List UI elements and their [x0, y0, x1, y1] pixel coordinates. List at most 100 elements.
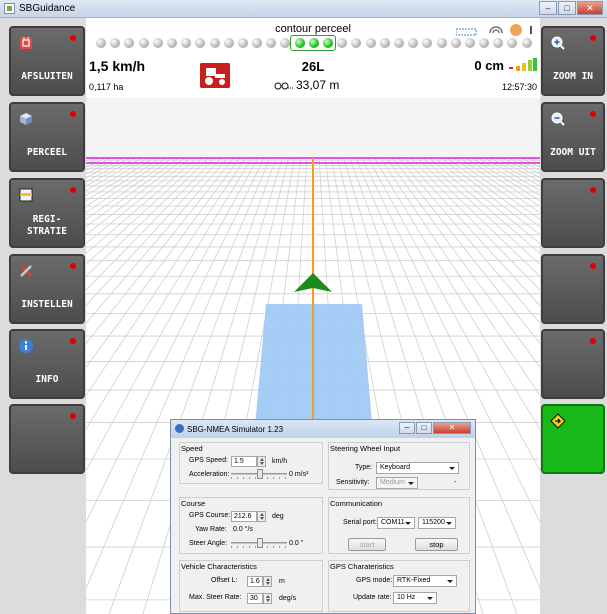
- horizon-area: [86, 98, 540, 160]
- minimize-button[interactable]: –: [539, 1, 557, 15]
- guidance-toggle-button[interactable]: [541, 404, 605, 474]
- gps-speed-input[interactable]: 1.5: [231, 456, 257, 467]
- status-dot: [70, 413, 76, 419]
- clock-readout: 12:57:30: [501, 82, 537, 92]
- start-button[interactable]: start: [348, 538, 386, 551]
- gps-speed-label: GPS Speed:: [189, 457, 228, 464]
- instellen-button[interactable]: INSTELLEN: [9, 254, 85, 324]
- sensitivity-dash: -: [454, 479, 457, 486]
- lightbar-led: [110, 38, 121, 48]
- lightbar-led: [223, 38, 234, 48]
- lightbar-led: [408, 38, 419, 48]
- lightbar-led: [450, 38, 461, 48]
- empty-right-button-1[interactable]: [541, 178, 605, 248]
- distance-readout: 33,07 m: [296, 78, 340, 92]
- dialog-maximize-button[interactable]: □: [416, 422, 432, 434]
- lightbar-led: [436, 38, 447, 48]
- dialog-minimize-button[interactable]: –: [399, 422, 415, 434]
- lightbar-led: [464, 38, 475, 48]
- status-dot: [70, 187, 76, 193]
- acceleration-label: Acceleration:: [189, 471, 230, 478]
- offset-label: Offset L:: [211, 577, 238, 584]
- left-panel: AFSLUITEN PERCEEL REGI- STRATIE INSTELLE…: [0, 18, 86, 614]
- update-rate-select[interactable]: 10 Hz: [393, 592, 437, 604]
- zoom-in-button[interactable]: ZOOM IN: [541, 26, 605, 96]
- course-header: Course: [181, 499, 206, 508]
- zoom-in-label: ZOOM IN: [552, 71, 594, 82]
- lightbar-led: [252, 38, 263, 48]
- status-bar: contour perceel 1,5 km/h 0,117 ha 26L 33…: [86, 18, 540, 98]
- max-steer-rate-input[interactable]: 30: [247, 593, 263, 604]
- empty-left-button[interactable]: [9, 404, 85, 474]
- type-label: Type:: [355, 464, 373, 471]
- lightbar-led: [379, 38, 390, 48]
- sensitivity-select[interactable]: Medium: [376, 477, 418, 489]
- right-panel: ZOOM IN ZOOM UIT: [540, 18, 607, 614]
- gps-course-stepper[interactable]: [257, 511, 266, 522]
- type-select[interactable]: Keyboard: [376, 462, 459, 474]
- zoom-out-button[interactable]: ZOOM UIT: [541, 102, 605, 172]
- lightbar-led: [266, 38, 277, 48]
- offset-input[interactable]: 1.6: [247, 576, 263, 587]
- empty-right-button-2[interactable]: [541, 254, 605, 324]
- yaw-rate-label: Yaw Rate:: [195, 526, 227, 533]
- gps-speed-unit: km/h: [272, 458, 288, 465]
- max-steer-rate-stepper[interactable]: [263, 593, 272, 604]
- lightbar-center-box: [290, 35, 336, 51]
- speed-header: Speed: [181, 444, 203, 453]
- gps-speed-stepper[interactable]: [257, 456, 266, 467]
- gps-mode-select[interactable]: RTK-Fixed: [393, 575, 457, 587]
- window-title: SBGuidance: [19, 3, 76, 14]
- info-button[interactable]: INFO: [9, 329, 85, 399]
- lane-readout: 26L: [301, 59, 325, 74]
- max-steer-rate-unit: deg/s: [279, 595, 297, 602]
- serial-port-select[interactable]: COM11: [377, 517, 415, 529]
- lightbar-led: [351, 38, 362, 48]
- maximize-button[interactable]: □: [558, 1, 576, 15]
- baud-rate-select[interactable]: 115200: [418, 517, 456, 529]
- steer-angle-slider[interactable]: [231, 538, 287, 548]
- close-button[interactable]: ✕: [577, 1, 603, 15]
- status-dot: [70, 35, 76, 41]
- communication-header: Communication: [330, 499, 383, 508]
- status-dot: [70, 338, 76, 344]
- distance-icon: [274, 82, 293, 90]
- lightbar-led: [280, 38, 291, 48]
- lightbar-led: [493, 38, 504, 48]
- max-steer-rate-label: Max. Steer Rate:: [189, 594, 242, 601]
- dialog-app-icon: [175, 424, 184, 433]
- gps-course-label: GPS Course:: [189, 512, 231, 519]
- zoom-out-icon: [551, 112, 565, 126]
- arrow-diamond-icon: [550, 413, 566, 429]
- dialog-title: SBG-NMEA Simulator 1.23: [187, 425, 284, 434]
- status-dot: [590, 338, 596, 344]
- lightbar-led: [393, 38, 404, 48]
- gps-course-unit: deg: [272, 513, 284, 520]
- offset-unit: m: [279, 578, 285, 585]
- area-readout: 0,117 ha: [89, 82, 124, 92]
- dialog-close-button[interactable]: ✕: [433, 422, 471, 434]
- afsluiten-label: AFSLUITEN: [21, 71, 73, 82]
- perceel-button[interactable]: PERCEEL: [9, 102, 85, 172]
- perceel-label: PERCEEL: [26, 147, 68, 158]
- update-rate-label: Update rate:: [353, 594, 392, 601]
- acceleration-slider[interactable]: [231, 469, 287, 479]
- registratie-button[interactable]: REGI- STRATIE: [9, 178, 85, 248]
- lightbar-led: [166, 38, 177, 48]
- info-label: INFO: [35, 374, 59, 385]
- serial-port-label: Serial port:: [343, 519, 377, 526]
- lightbar-led: [337, 38, 348, 48]
- zoom-out-label: ZOOM UIT: [550, 147, 596, 158]
- status-dot: [590, 111, 596, 117]
- afsluiten-button[interactable]: AFSLUITEN: [9, 26, 85, 96]
- offset-stepper[interactable]: [263, 576, 272, 587]
- empty-right-button-3[interactable]: [541, 329, 605, 399]
- registratie-label: REGI- STRATIE: [26, 214, 68, 237]
- gps-course-input[interactable]: 212.6: [231, 511, 257, 522]
- offset-readout: 0 cm: [474, 58, 504, 73]
- sensitivity-label: Sensitivity:: [336, 479, 370, 486]
- lightbar-led: [96, 38, 106, 48]
- acceleration-value: 0 m/s²: [289, 471, 309, 478]
- zoom-in-icon: [551, 36, 565, 50]
- stop-button[interactable]: stop: [415, 538, 458, 551]
